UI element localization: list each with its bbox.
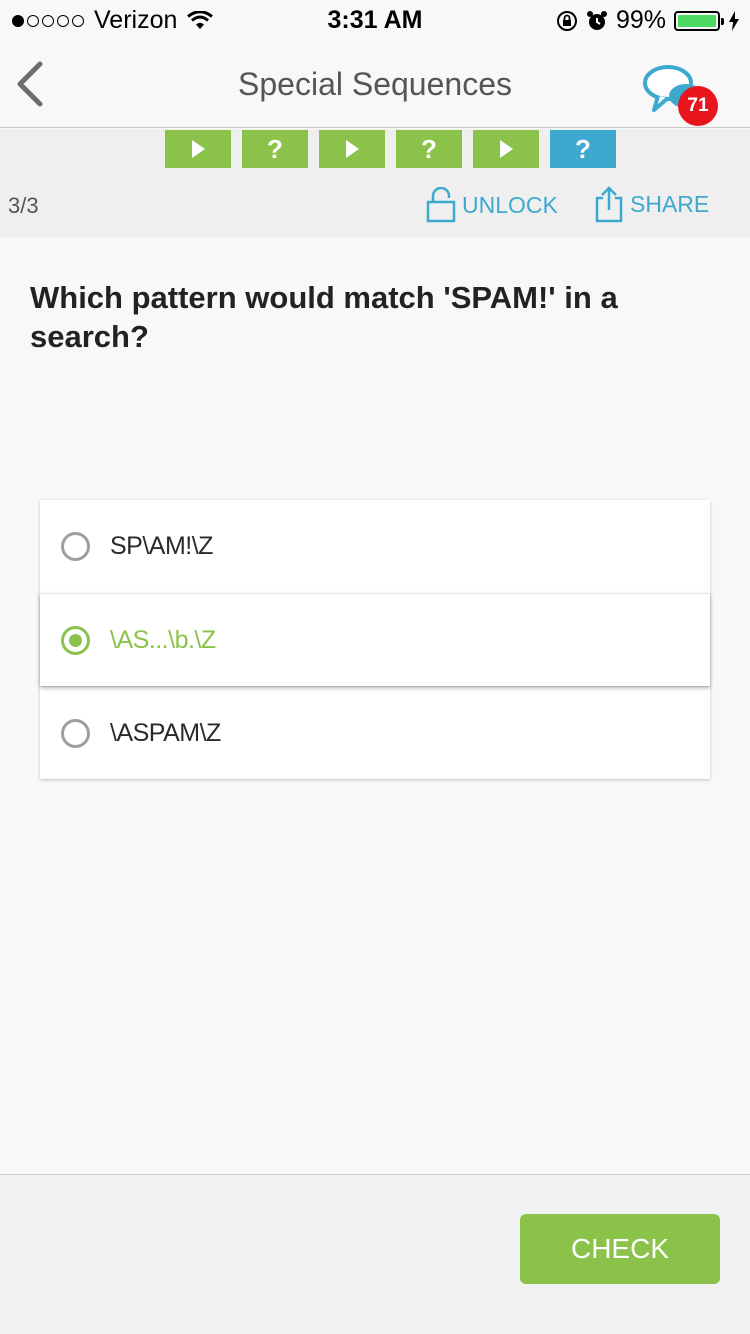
lesson-progress: ? ? ? (165, 130, 616, 168)
step-quiz-current[interactable]: ? (550, 130, 616, 168)
radio-button[interactable] (61, 532, 90, 561)
step-quiz[interactable]: ? (396, 130, 462, 168)
answer-option-selected[interactable]: \AS...\b.\Z (40, 593, 710, 686)
answer-option-label: SP\AM!\Z (110, 532, 213, 560)
unlock-label: UNLOCK (462, 191, 558, 218)
footer-bar: CHECK (0, 1174, 750, 1334)
radio-button[interactable] (61, 718, 90, 748)
answer-options: SP\AM!\Z \AS...\b.\Z \ASPAM\Z (40, 500, 710, 779)
status-bar: Verizon 3:31 AM 99% (0, 0, 750, 40)
unlock-icon (426, 187, 456, 223)
question-counter: 3/3 (8, 193, 39, 218)
answer-option[interactable]: SP\AM!\Z (40, 500, 710, 593)
play-icon (191, 140, 205, 158)
play-icon (345, 140, 359, 158)
answer-option-label: \AS...\b.\Z (110, 625, 216, 654)
share-label: SHARE (630, 190, 710, 217)
rotation-lock-icon (556, 10, 577, 31)
share-button[interactable]: SHARE (594, 185, 709, 223)
question-text: Which pattern would match 'SPAM!' in a s… (30, 280, 618, 354)
charging-bolt-icon (729, 10, 739, 31)
step-video[interactable] (165, 130, 231, 168)
play-icon (499, 140, 513, 158)
alarm-icon (586, 10, 607, 30)
unlock-button[interactable]: UNLOCK (426, 187, 558, 223)
navigation-bar: Special Sequences 71 (0, 40, 750, 128)
radio-button-checked[interactable] (61, 625, 90, 655)
answer-option-label: \ASPAM\Z (110, 718, 221, 747)
battery-percent: 99% (615, 6, 666, 34)
check-button[interactable]: CHECK (520, 1214, 720, 1284)
battery-icon (674, 10, 724, 31)
page-title: Special Sequences (238, 66, 512, 102)
status-right: 99% (556, 6, 740, 35)
step-video[interactable] (319, 130, 385, 168)
lesson-toolbar: ? ? ? 3/3 UNLOCK SHARE (0, 129, 750, 238)
step-video[interactable] (473, 130, 539, 168)
step-quiz[interactable]: ? (242, 130, 308, 168)
notification-badge: 71 (678, 86, 718, 126)
share-icon (595, 186, 623, 223)
answer-option[interactable]: \ASPAM\Z (40, 686, 710, 779)
